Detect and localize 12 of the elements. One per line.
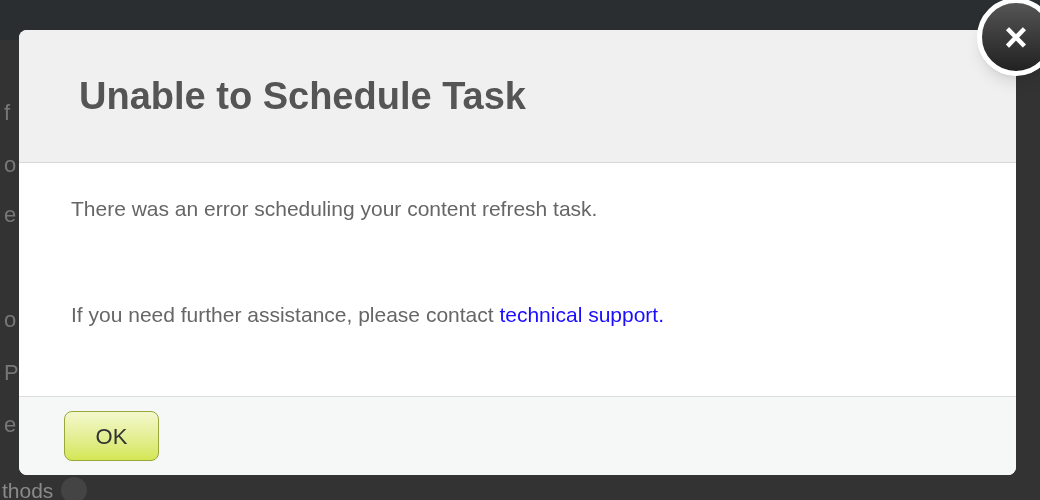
background-text: o bbox=[4, 307, 17, 333]
background-text: e bbox=[4, 202, 17, 228]
support-link[interactable]: technical support. bbox=[499, 302, 665, 326]
background-text: P bbox=[4, 360, 19, 386]
help-text: If you need further assistance, please contact technical support. bbox=[71, 301, 666, 328]
background-text: f bbox=[4, 100, 11, 126]
background-text: thods bbox=[2, 479, 54, 500]
dialog-title: Unable to Schedule Task bbox=[79, 73, 526, 119]
background-text: o bbox=[4, 152, 17, 178]
background-text: e bbox=[4, 412, 17, 438]
error-message: There was an error scheduling your content refresh task. bbox=[71, 196, 599, 222]
ok-button[interactable]: OK bbox=[64, 411, 159, 461]
